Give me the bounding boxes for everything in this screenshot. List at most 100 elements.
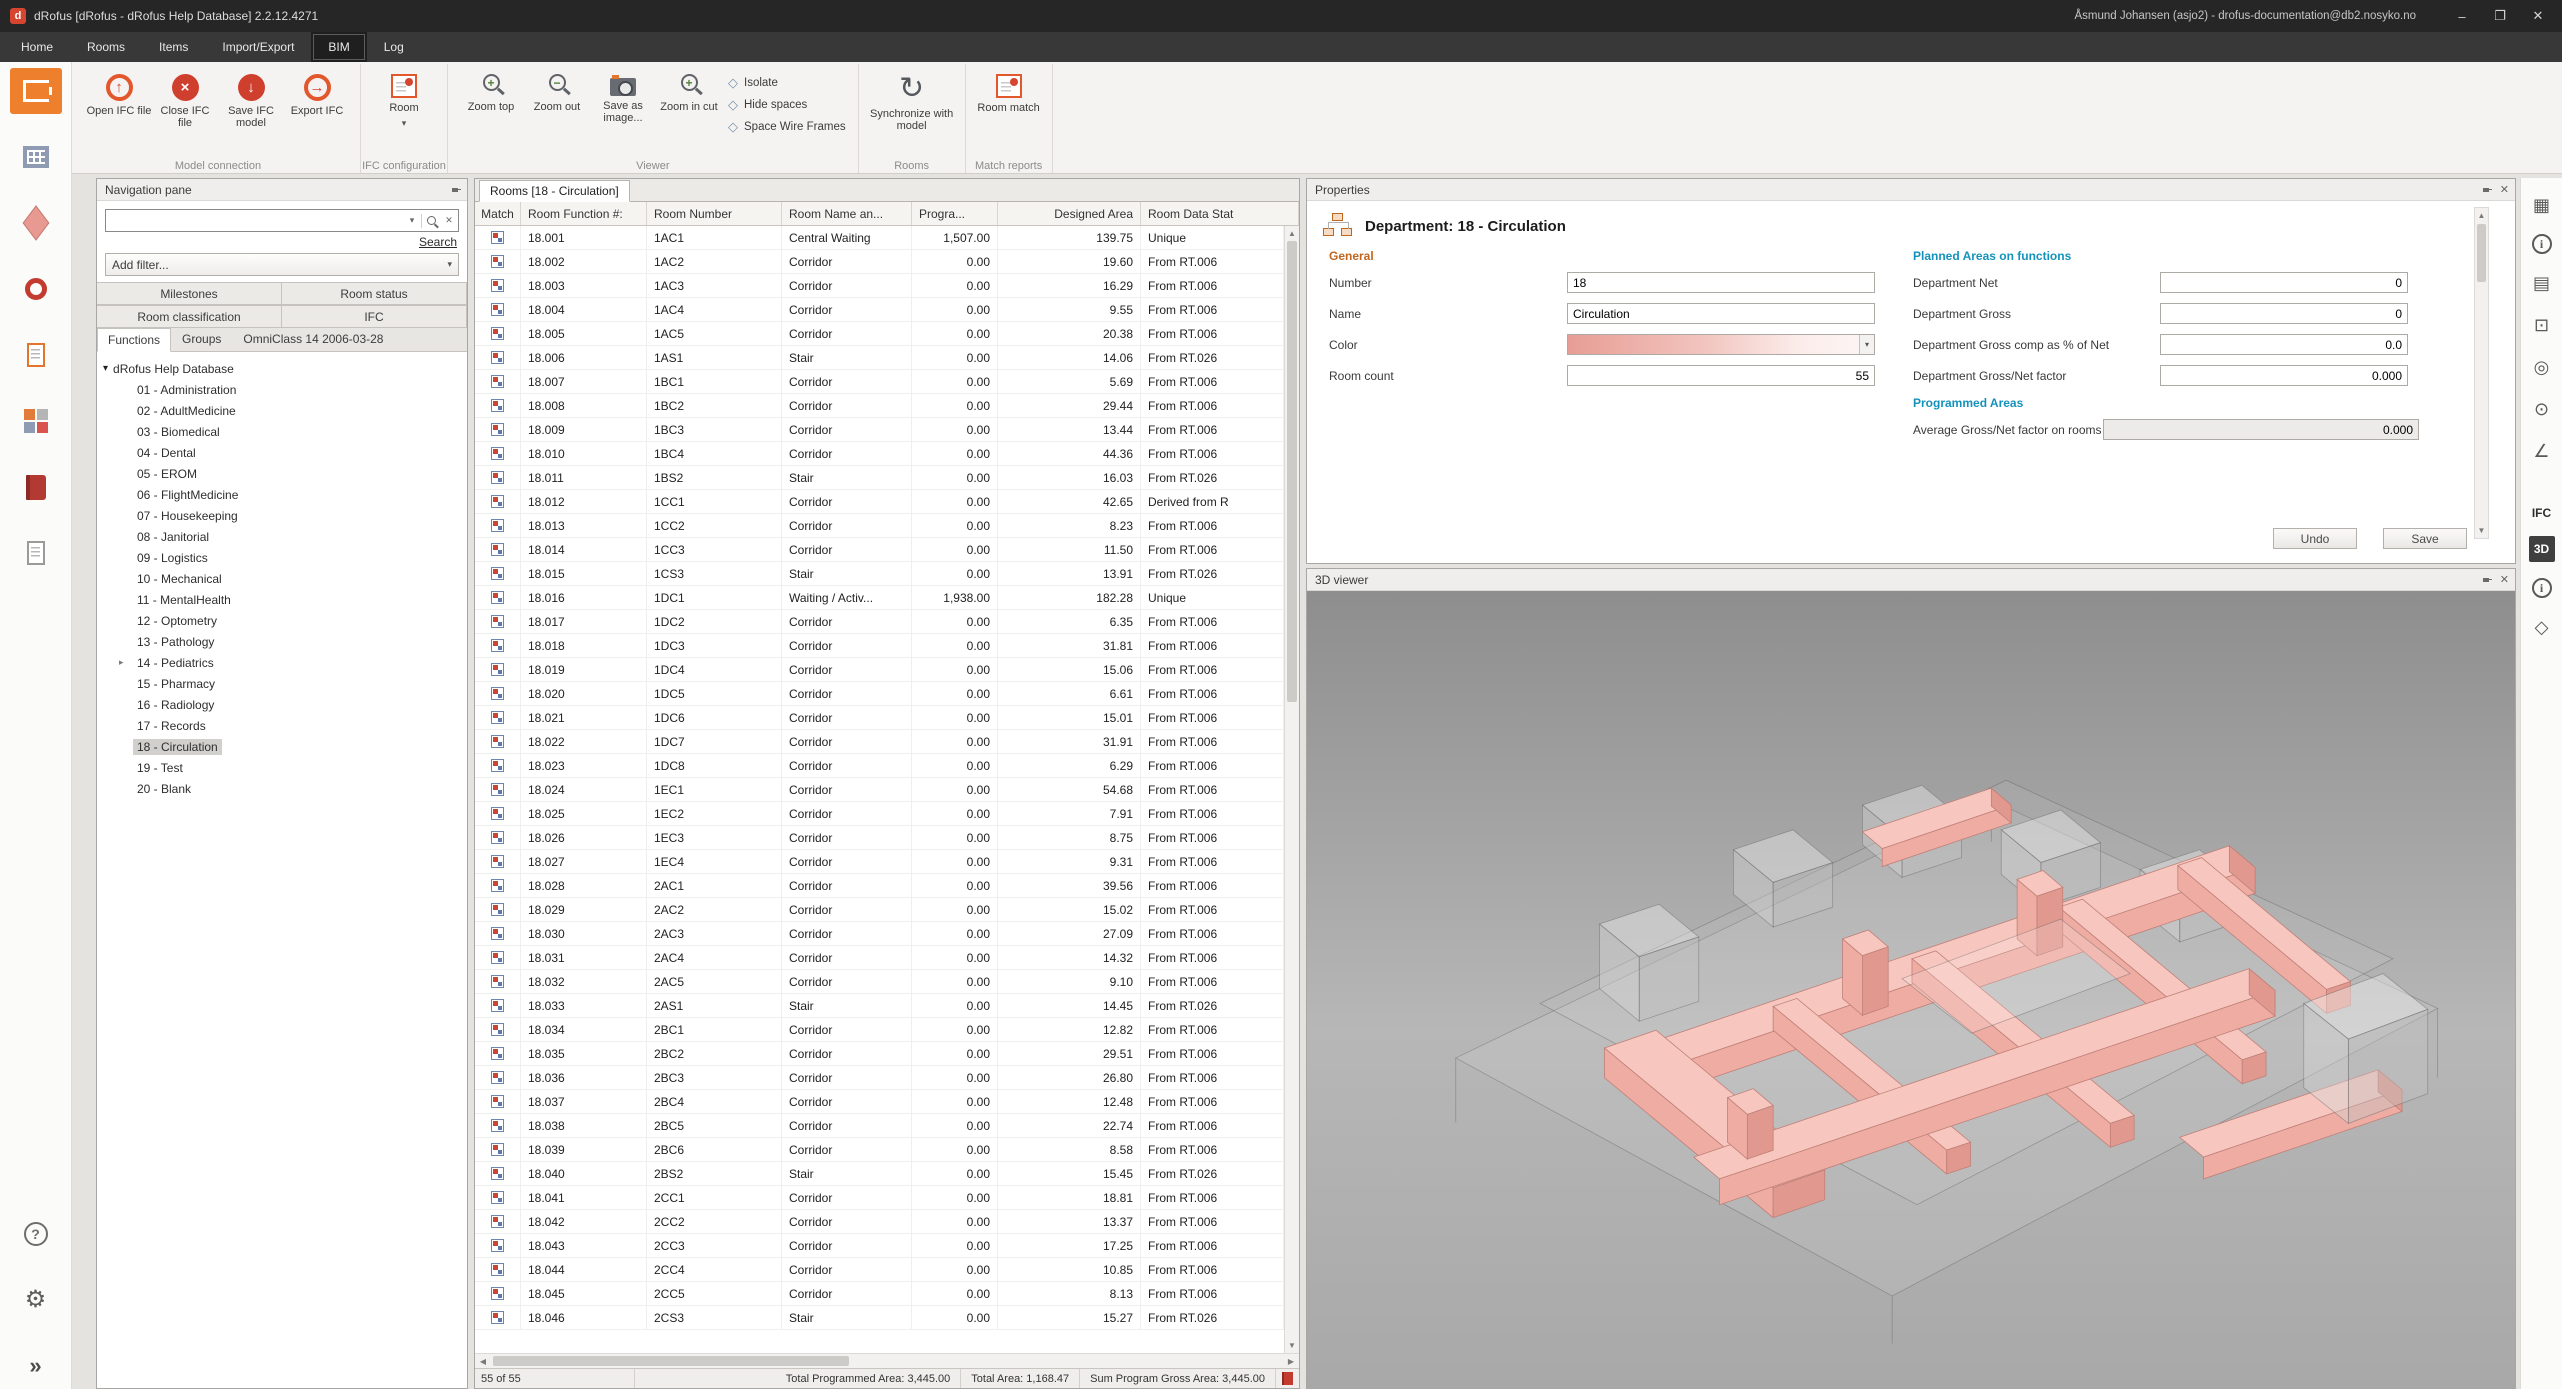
number-field[interactable] [1567, 272, 1875, 293]
tree-item[interactable]: 06 - FlightMedicine [97, 484, 467, 505]
table-row[interactable]: 18.003 1AC3 Corridor 0.00 16.29 From RT.… [475, 274, 1284, 298]
tree-item[interactable]: 16 - Radiology [97, 694, 467, 715]
column-header-room-function[interactable]: Room Function #: [521, 202, 647, 225]
table-row[interactable]: 18.018 1DC3 Corridor 0.00 31.81 From RT.… [475, 634, 1284, 658]
measure-icon[interactable]: ∠ [2529, 438, 2555, 464]
table-row[interactable]: 18.032 2AC5 Corridor 0.00 9.10 From RT.0… [475, 970, 1284, 994]
table-row[interactable]: 18.046 2CS3 Stair 0.00 15.27 From RT.026 [475, 1306, 1284, 1330]
nav-filter-button[interactable]: IFC [282, 305, 467, 328]
menu-tab[interactable]: BIM [311, 32, 366, 62]
nav-filter-button[interactable]: Room classification [97, 305, 282, 328]
table-row[interactable]: 18.002 1AC2 Corridor 0.00 19.60 From RT.… [475, 250, 1284, 274]
info-icon[interactable]: i [2532, 234, 2552, 254]
tree-item[interactable]: 08 - Janitorial [97, 526, 467, 547]
table-row[interactable]: 18.011 1BS2 Stair 0.00 16.03 From RT.026 [475, 466, 1284, 490]
table-row[interactable]: 18.019 1DC4 Corridor 0.00 15.06 From RT.… [475, 658, 1284, 682]
space-wire-frames-toggle[interactable]: ◇ Space Wire Frames [728, 118, 846, 136]
table-row[interactable]: 18.021 1DC6 Corridor 0.00 15.01 From RT.… [475, 706, 1284, 730]
undo-button[interactable]: Undo [2273, 528, 2357, 549]
search-link[interactable]: Search [419, 235, 457, 249]
table-row[interactable]: 18.040 2BS2 Stair 0.00 15.45 From RT.026 [475, 1162, 1284, 1186]
column-header-room-number[interactable]: Room Number [647, 202, 782, 225]
table-row[interactable]: 18.024 1EC1 Corridor 0.00 54.68 From RT.… [475, 778, 1284, 802]
box-icon[interactable]: ⊡ [2529, 312, 2555, 338]
pin-icon[interactable] [2482, 185, 2492, 195]
save-as-image-button[interactable]: Save as image... [590, 68, 656, 124]
systems-module-icon[interactable] [10, 266, 62, 312]
color-picker[interactable]: ▾ [1567, 334, 1875, 355]
table-row[interactable]: 18.037 2BC4 Corridor 0.00 12.48 From RT.… [475, 1090, 1284, 1114]
tree-item[interactable]: 09 - Logistics [97, 547, 467, 568]
table-row[interactable]: 18.006 1AS1 Stair 0.00 14.06 From RT.026 [475, 346, 1284, 370]
tree-item[interactable]: 14 - Pediatrics [97, 652, 467, 673]
products-module-icon[interactable] [10, 200, 62, 246]
table-row[interactable]: 18.017 1DC2 Corridor 0.00 6.35 From RT.0… [475, 610, 1284, 634]
department-gross-field[interactable] [2160, 303, 2408, 324]
zoom-in-cut-button[interactable]: + Zoom in cut [656, 68, 722, 113]
clock-icon[interactable]: ⊙ [2529, 396, 2555, 422]
table-row[interactable]: 18.042 2CC2 Corridor 0.00 13.37 From RT.… [475, 1210, 1284, 1234]
rooms-document-tab[interactable]: Rooms [18 - Circulation] [479, 180, 630, 202]
clear-search-icon[interactable]: ✕ [440, 210, 458, 231]
pin-icon[interactable] [451, 185, 461, 195]
menu-tab[interactable]: Log [367, 32, 421, 62]
table-row[interactable]: 18.023 1DC8 Corridor 0.00 6.29 From RT.0… [475, 754, 1284, 778]
ifc-panel-tab[interactable]: IFC [2532, 506, 2551, 520]
table-row[interactable]: 18.005 1AC5 Corridor 0.00 20.38 From RT.… [475, 322, 1284, 346]
room-config-button[interactable]: Room ▾ [371, 68, 437, 129]
close-panel-icon[interactable]: ✕ [2500, 183, 2509, 196]
tree-item[interactable]: 18 - Circulation [97, 736, 467, 757]
scrollbar-thumb[interactable] [493, 1356, 849, 1366]
table-row[interactable]: 18.034 2BC1 Corridor 0.00 12.82 From RT.… [475, 1018, 1284, 1042]
table-row[interactable]: 18.008 1BC2 Corridor 0.00 29.44 From RT.… [475, 394, 1284, 418]
nav-filter-tab[interactable]: OmniClass 14 2006-03-28 [232, 327, 394, 351]
save-button[interactable]: Save [2383, 528, 2467, 549]
table-row[interactable]: 18.004 1AC4 Corridor 0.00 9.55 From RT.0… [475, 298, 1284, 322]
table-row[interactable]: 18.039 2BC6 Corridor 0.00 8.58 From RT.0… [475, 1138, 1284, 1162]
department-net-field[interactable] [2160, 272, 2408, 293]
table-row[interactable]: 18.020 1DC5 Corridor 0.00 6.61 From RT.0… [475, 682, 1284, 706]
table-row[interactable]: 18.025 1EC2 Corridor 0.00 7.91 From RT.0… [475, 802, 1284, 826]
close-panel-icon[interactable]: ✕ [2500, 573, 2509, 586]
reports-module-icon[interactable] [10, 464, 62, 510]
pin-icon[interactable] [2482, 575, 2492, 585]
tree-item[interactable]: 13 - Pathology [97, 631, 467, 652]
department-factor-field[interactable] [2160, 365, 2408, 386]
table-row[interactable]: 18.036 2BC3 Corridor 0.00 26.80 From RT.… [475, 1066, 1284, 1090]
table-row[interactable]: 18.009 1BC3 Corridor 0.00 13.44 From RT.… [475, 418, 1284, 442]
chevron-down-icon[interactable]: ▾ [1859, 335, 1874, 354]
table-row[interactable]: 18.013 1CC2 Corridor 0.00 8.23 From RT.0… [475, 514, 1284, 538]
table-row[interactable]: 18.033 2AS1 Stair 0.00 14.45 From RT.026 [475, 994, 1284, 1018]
minimize-button[interactable]: – [2444, 3, 2480, 29]
tree-item[interactable]: 01 - Administration [97, 379, 467, 400]
expand-strip-button[interactable]: » [10, 1343, 62, 1389]
table-row[interactable]: 18.041 2CC1 Corridor 0.00 18.81 From RT.… [475, 1186, 1284, 1210]
tree-item[interactable]: 12 - Optometry [97, 610, 467, 631]
table-row[interactable]: 18.028 2AC1 Corridor 0.00 39.56 From RT.… [475, 874, 1284, 898]
tree-item[interactable]: 07 - Housekeeping [97, 505, 467, 526]
status-book-icon[interactable] [1282, 1372, 1293, 1385]
rooms-module-icon[interactable] [10, 68, 62, 114]
nav-filter-button[interactable]: Milestones [97, 282, 282, 305]
name-field[interactable] [1567, 303, 1875, 324]
tree-item[interactable]: 04 - Dental [97, 442, 467, 463]
table-row[interactable]: 18.010 1BC4 Corridor 0.00 44.36 From RT.… [475, 442, 1284, 466]
scroll-down-icon[interactable]: ▼ [1285, 1338, 1299, 1353]
horizontal-scrollbar[interactable]: ◀ ▶ [475, 1353, 1299, 1368]
info-icon[interactable]: i [2532, 578, 2552, 598]
target-icon[interactable]: ◎ [2529, 354, 2555, 380]
table-row[interactable]: 18.027 1EC4 Corridor 0.00 9.31 From RT.0… [475, 850, 1284, 874]
room-match-button[interactable]: Room match [976, 68, 1042, 114]
documents-module-icon[interactable] [10, 332, 62, 378]
help-button[interactable]: ? [10, 1211, 62, 1257]
tree-item[interactable]: 19 - Test [97, 757, 467, 778]
bim-models-module-icon[interactable] [10, 134, 62, 180]
tree-item[interactable]: 15 - Pharmacy [97, 673, 467, 694]
scroll-right-icon[interactable]: ▶ [1283, 1357, 1299, 1366]
section-general[interactable]: General [1329, 249, 1913, 263]
table-row[interactable]: 18.007 1BC1 Corridor 0.00 5.69 From RT.0… [475, 370, 1284, 394]
table-row[interactable]: 18.030 2AC3 Corridor 0.00 27.09 From RT.… [475, 922, 1284, 946]
column-header-room-name[interactable]: Room Name an... [782, 202, 912, 225]
table-row[interactable]: 18.029 2AC2 Corridor 0.00 15.02 From RT.… [475, 898, 1284, 922]
maximize-button[interactable]: ❐ [2482, 3, 2518, 29]
